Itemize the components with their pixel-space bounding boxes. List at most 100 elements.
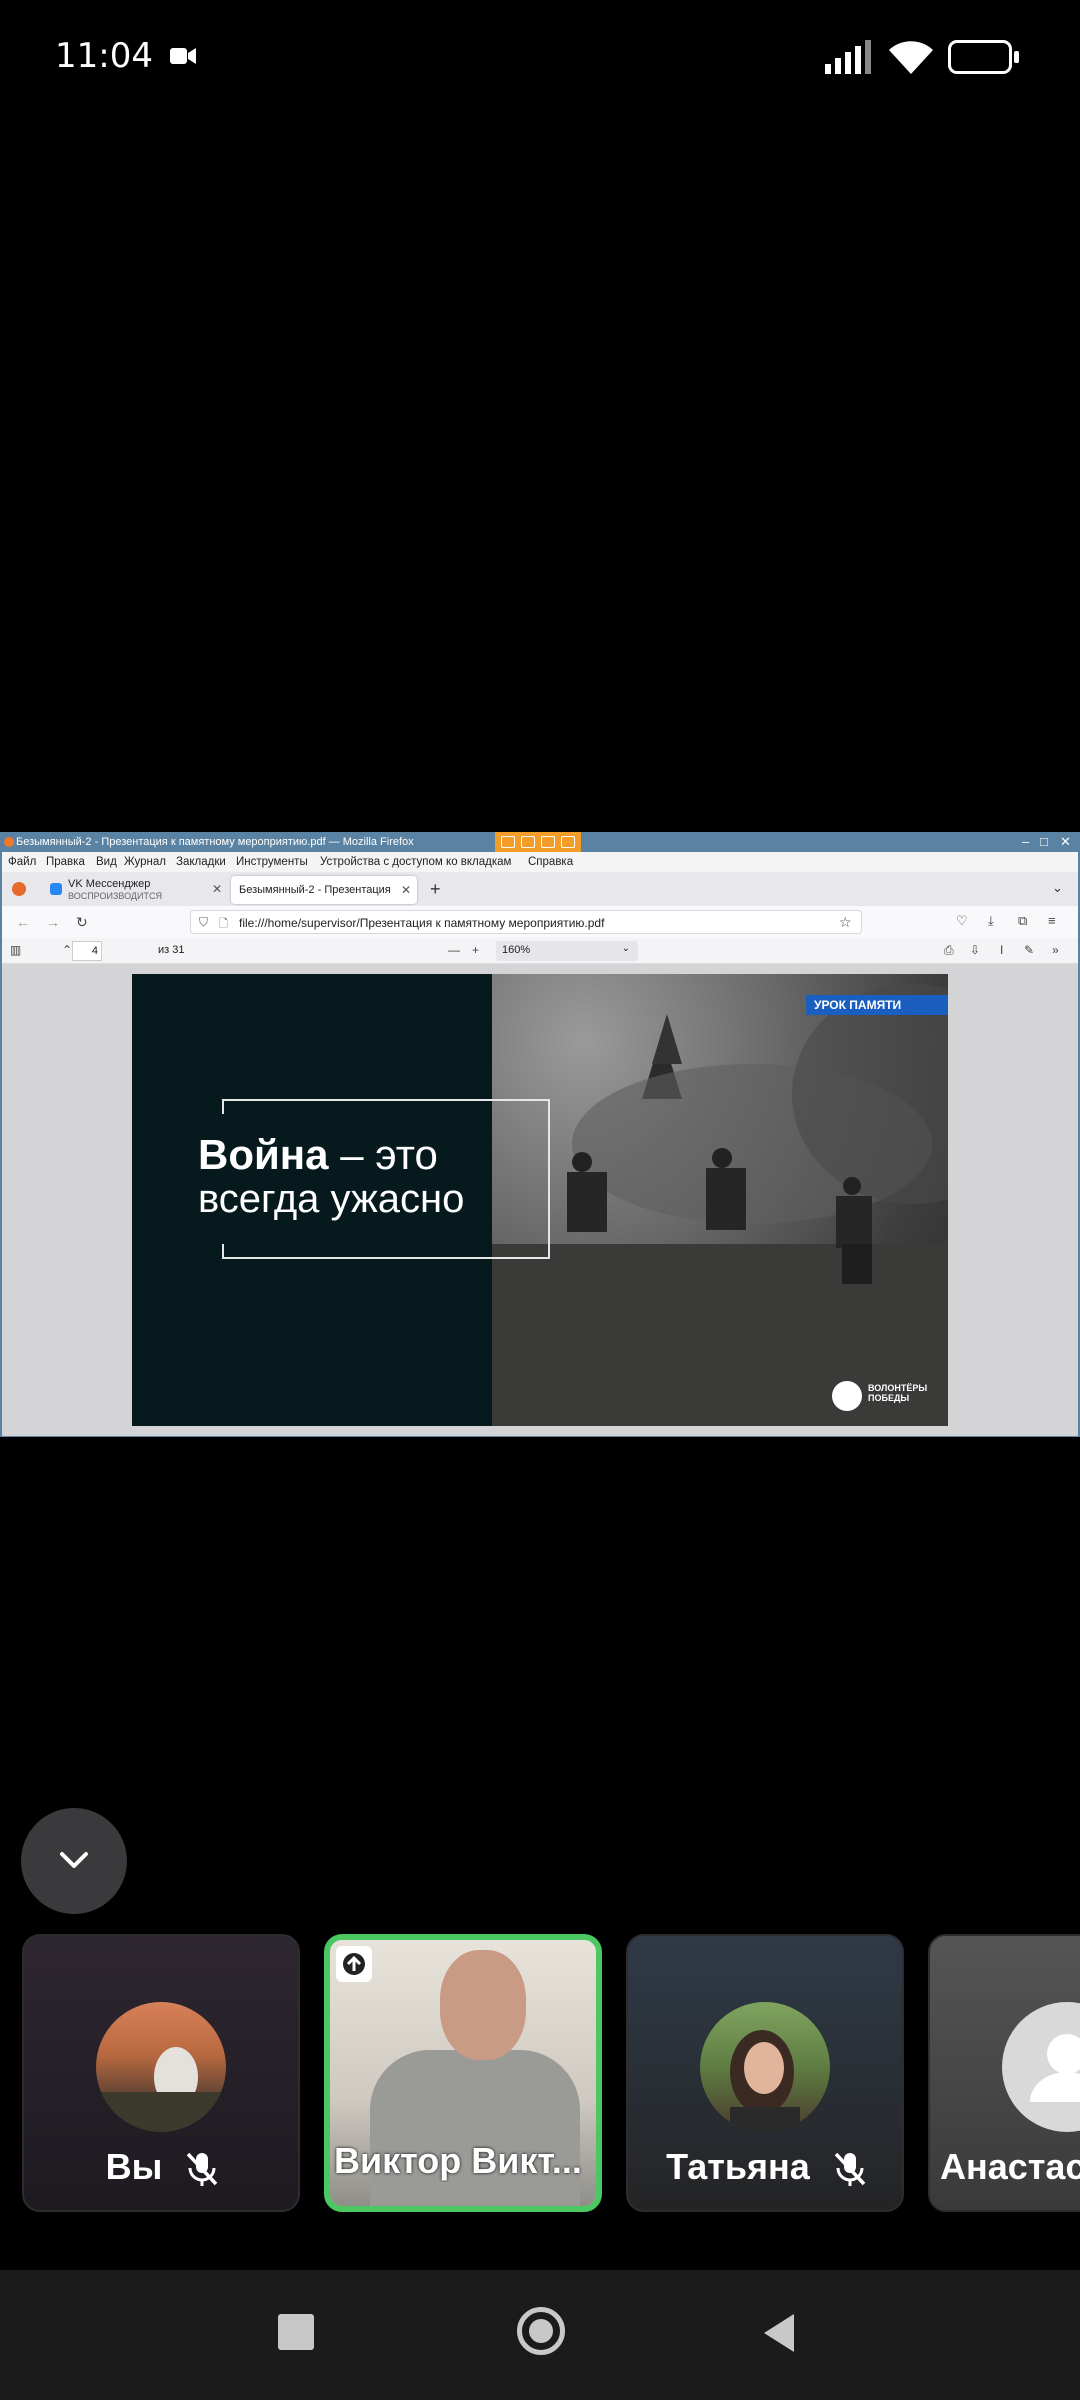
back-button[interactable] (760, 2312, 800, 2354)
system-navigation-bar (0, 2270, 1080, 2400)
participant-name-text: Татьяна (666, 2146, 810, 2187)
participant-tile-tatyana[interactable]: Татьяна (626, 1934, 904, 2212)
participant-name: Вы (24, 2146, 298, 2188)
window-title: Безымянный-2 - Презентация к памятному м… (16, 836, 414, 848)
avatar (700, 2002, 830, 2132)
list-tabs-icon[interactable]: ⌄ (1052, 880, 1063, 896)
home-icon (529, 2319, 553, 2343)
shield-icon[interactable]: ⛉ (199, 915, 208, 930)
chevron-down-icon: ⌄ (621, 943, 630, 954)
tab-pdf[interactable]: Безымянный-2 - Презентация ✕ (231, 876, 417, 904)
menu-hamburger-icon[interactable]: ≡ (1048, 913, 1056, 928)
vk-icon (50, 883, 62, 895)
tab-close-icon[interactable]: ✕ (401, 883, 411, 897)
logo-text: ВОЛОНТЁРЫ ПОБЕДЫ (868, 1383, 928, 1403)
clock: 11:04 (55, 36, 153, 76)
participant-tile-you[interactable]: Вы (22, 1934, 300, 2212)
save-icon[interactable]: ⇩ (970, 943, 980, 957)
home-button[interactable] (517, 2307, 565, 2355)
firefox-view-icon[interactable] (12, 882, 26, 896)
tab-title: Безымянный-2 - Презентация (239, 884, 391, 896)
tray-icon (521, 836, 535, 848)
tab-vk-messenger[interactable]: VK Мессенджер ВОСПРОИЗВОДИТСЯ ✕ (46, 878, 230, 902)
slide-tag: УРОК ПАМЯТИ (806, 995, 948, 1015)
menu-synced-tabs[interactable]: Устройства с доступом ко вкладкам (320, 856, 511, 868)
pdf-toolbar: ▥ ⌃ ⌄ 4 из 31 — + 160% ⌄ ⎙ ⇩ I ✎ » (2, 938, 1078, 964)
tray-icon (501, 836, 515, 848)
war-photo (492, 974, 948, 1426)
participant-name: Анастас (940, 2146, 1080, 2187)
tab-close-icon[interactable]: ✕ (212, 882, 222, 896)
prev-page-icon[interactable]: ⌃ (62, 943, 72, 957)
collapse-participants-button[interactable] (21, 1808, 127, 1914)
more-tools-icon[interactable]: » (1052, 943, 1059, 957)
extensions-icon[interactable]: ⧉ (1018, 913, 1027, 929)
tab-bar: VK Мессенджер ВОСПРОИЗВОДИТСЯ ✕ Безымянн… (2, 872, 1078, 906)
menu-bookmarks[interactable]: Закладки (176, 856, 226, 868)
url-text[interactable]: file:///home/supervisor/Презентация к па… (239, 916, 604, 930)
battery-tip (1014, 51, 1019, 63)
minimize-icon[interactable]: – (1022, 834, 1029, 849)
participant-name: Виктор Викт... (334, 2140, 582, 2181)
cellular-signal-icon (825, 40, 871, 74)
page-icon: 🗋 (219, 918, 228, 930)
menu-tools[interactable]: Инструменты (236, 856, 308, 868)
arrow-up-icon (343, 1953, 365, 1975)
window-titlebar: Безымянный-2 - Презентация к памятному м… (0, 832, 1080, 852)
slide-title-rest: – это (328, 1131, 438, 1178)
forward-icon[interactable]: → (46, 914, 60, 930)
zoom-out-icon[interactable]: — (448, 943, 460, 957)
menu-history[interactable]: Журнал (124, 856, 166, 868)
zoom-in-icon[interactable]: + (472, 943, 479, 957)
camera-recording-icon (170, 48, 196, 64)
page-count: из 31 (158, 944, 185, 956)
zoom-select[interactable]: 160% ⌄ (496, 941, 638, 961)
reload-icon[interactable]: ↻ (76, 914, 88, 931)
mic-off-icon (187, 2153, 218, 2187)
maximize-icon[interactable]: □ (1040, 834, 1048, 849)
avatar-photo (730, 2030, 800, 2132)
new-tab-icon[interactable]: + (430, 879, 441, 900)
menu-file[interactable]: Файл (8, 856, 36, 868)
wifi-icon (889, 41, 933, 74)
page-number-input[interactable]: 4 (72, 941, 102, 961)
screen-share-tray[interactable] (495, 832, 581, 852)
pdf-viewer[interactable]: Война – это всегда ужасно УРОК ПАМЯТИ ВО… (2, 964, 1078, 1436)
zoom-value: 160% (502, 944, 531, 956)
bookmark-star-icon[interactable]: ☆ (839, 914, 852, 931)
window-controls: – □ ✕ (1020, 834, 1078, 850)
menu-help[interactable]: Справка (528, 856, 573, 868)
url-bar[interactable]: ⛉ 🗋 file:///home/supervisor/Презентация … (190, 910, 862, 934)
close-icon[interactable]: ✕ (1060, 834, 1071, 850)
downloads-icon[interactable]: ⤓ (988, 913, 994, 929)
menu-view[interactable]: Вид (96, 856, 117, 868)
participant-name: Татьяна (628, 2146, 902, 2188)
recents-button[interactable] (278, 2314, 314, 2350)
sidebar-toggle-icon[interactable]: ▥ (10, 943, 21, 957)
pocket-icon[interactable]: ♡ (956, 913, 968, 929)
avatar-photo (96, 2047, 226, 2132)
video-person-body (370, 2050, 580, 2206)
back-icon[interactable]: ← (16, 914, 30, 930)
tray-icon (541, 836, 555, 848)
person-icon (1030, 2034, 1080, 2102)
shared-screen[interactable]: Безымянный-2 - Презентация к памятному м… (0, 832, 1080, 1437)
text-tool-icon[interactable]: I (1000, 943, 1003, 957)
draw-tool-icon[interactable]: ✎ (1024, 943, 1034, 957)
slide: Война – это всегда ужасно УРОК ПАМЯТИ ВО… (132, 974, 948, 1426)
battery-indicator: 75 (948, 40, 1020, 74)
tab-title: VK Мессенджер (68, 878, 151, 890)
mic-off-icon (834, 2153, 866, 2187)
default-avatar-icon (1002, 2002, 1080, 2132)
tab-playing-label: ВОСПРОИЗВОДИТСЯ (68, 891, 162, 901)
participant-name-text: Вы (105, 2146, 163, 2187)
print-icon[interactable]: ⎙ (944, 943, 954, 958)
chevron-down-icon (60, 1852, 88, 1868)
dove-icon (832, 1381, 862, 1411)
screen-share-badge (336, 1946, 372, 1982)
participant-tile-anastasia[interactable]: Анастас (928, 1934, 1080, 2212)
participant-tile-viktor[interactable]: Виктор Викт... (324, 1934, 602, 2212)
menu-bar: Файл Правка Вид Журнал Закладки Инструме… (2, 852, 1078, 872)
battery-percent: 75 (964, 43, 996, 68)
menu-edit[interactable]: Правка (46, 856, 85, 868)
